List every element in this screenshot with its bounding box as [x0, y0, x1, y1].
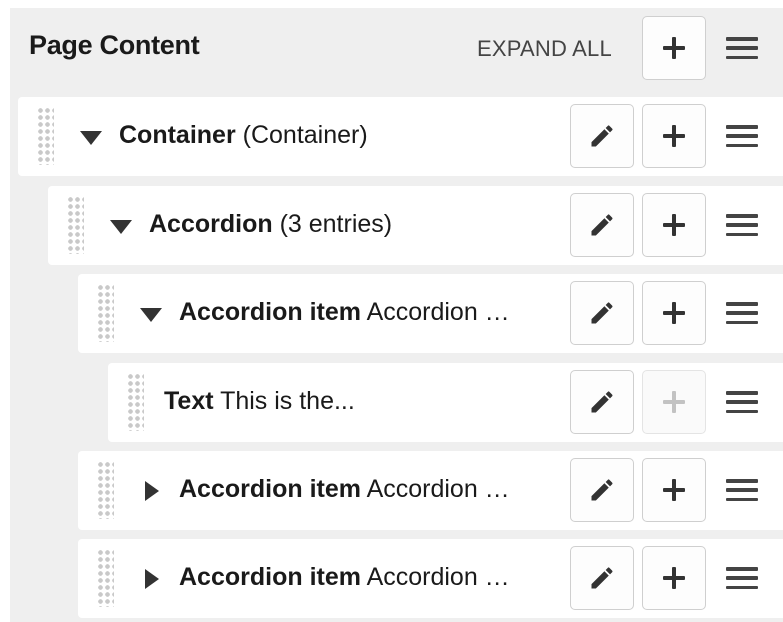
row-type: Container	[119, 121, 236, 149]
tree-row-container[interactable]: Container (Container)	[18, 97, 783, 176]
caret-down-icon[interactable]	[80, 131, 102, 145]
row-type: Accordion item	[179, 298, 361, 326]
pencil-icon	[591, 567, 613, 589]
pencil-icon	[591, 391, 613, 413]
edit-button[interactable]	[570, 193, 634, 257]
tree-row-accordion[interactable]: Accordion (3 entries)	[48, 186, 783, 265]
drag-handle-icon[interactable]	[67, 196, 84, 254]
pencil-icon	[591, 479, 613, 501]
add-child-button[interactable]	[642, 546, 706, 610]
row-type: Text	[164, 387, 214, 415]
row-detail: Accordion …	[366, 475, 510, 503]
add-root-button[interactable]	[642, 16, 706, 80]
pencil-icon	[591, 214, 613, 236]
drag-handle-icon[interactable]	[97, 549, 114, 607]
plus-icon	[663, 214, 685, 236]
plus-icon	[663, 37, 685, 59]
caret-right-icon[interactable]	[145, 481, 159, 501]
caret-right-icon[interactable]	[145, 569, 159, 589]
add-child-button[interactable]	[642, 193, 706, 257]
row-menu-button[interactable]	[718, 193, 766, 257]
tree-row-text[interactable]: Text This is the...	[108, 363, 783, 442]
drag-handle-icon[interactable]	[37, 107, 54, 165]
hamburger-menu-icon	[726, 214, 758, 236]
add-child-button[interactable]	[642, 104, 706, 168]
row-label: Accordion item Accordion …	[179, 563, 510, 592]
drag-handle-icon[interactable]	[127, 373, 144, 431]
row-menu-button[interactable]	[718, 370, 766, 434]
row-detail: (3 entries)	[279, 210, 393, 238]
pencil-icon	[591, 125, 613, 147]
row-menu-button[interactable]	[718, 546, 766, 610]
tree-row-accordion-item[interactable]: Accordion item Accordion …	[78, 539, 783, 618]
row-detail: This is the...	[220, 387, 355, 415]
edit-button[interactable]	[570, 458, 634, 522]
row-label: Text This is the...	[164, 387, 355, 416]
row-menu-button[interactable]	[718, 458, 766, 522]
hamburger-menu-icon	[726, 37, 758, 59]
plus-icon	[663, 391, 685, 413]
row-type: Accordion item	[179, 563, 361, 591]
plus-icon	[663, 125, 685, 147]
pencil-icon	[591, 302, 613, 324]
edit-button[interactable]	[570, 281, 634, 345]
hamburger-menu-icon	[726, 125, 758, 147]
row-label: Accordion (3 entries)	[149, 210, 392, 239]
edit-button[interactable]	[570, 104, 634, 168]
row-label: Accordion item Accordion …	[179, 475, 510, 504]
tree-row-accordion-item[interactable]: Accordion item Accordion …	[78, 451, 783, 530]
hamburger-menu-icon	[726, 302, 758, 324]
hamburger-menu-icon	[726, 391, 758, 413]
hamburger-menu-icon	[726, 479, 758, 501]
tree-row-accordion-item[interactable]: Accordion item Accordion …	[78, 274, 783, 353]
plus-icon	[663, 479, 685, 501]
plus-icon	[663, 302, 685, 324]
row-detail: Accordion …	[366, 298, 510, 326]
panel-header: Page Content EXPAND ALL	[10, 8, 783, 88]
panel-menu-button[interactable]	[718, 16, 766, 80]
add-child-button[interactable]	[642, 281, 706, 345]
page-title: Page Content	[29, 30, 200, 60]
drag-handle-icon[interactable]	[97, 461, 114, 519]
edit-button[interactable]	[570, 546, 634, 610]
add-child-button-disabled	[642, 370, 706, 434]
row-menu-button[interactable]	[718, 104, 766, 168]
page-content-panel: Page Content EXPAND ALL Container (Conta…	[10, 8, 783, 622]
row-label: Accordion item Accordion …	[179, 298, 510, 327]
row-detail: Accordion …	[366, 563, 510, 591]
row-label: Container (Container)	[119, 121, 368, 150]
expand-all-button[interactable]: EXPAND ALL	[477, 36, 612, 62]
add-child-button[interactable]	[642, 458, 706, 522]
hamburger-menu-icon	[726, 567, 758, 589]
row-type: Accordion item	[179, 475, 361, 503]
drag-handle-icon[interactable]	[97, 284, 114, 342]
row-detail: (Container)	[242, 121, 368, 149]
plus-icon	[663, 567, 685, 589]
edit-button[interactable]	[570, 370, 634, 434]
caret-down-icon[interactable]	[110, 220, 132, 234]
row-type: Accordion	[149, 210, 273, 238]
caret-down-icon[interactable]	[140, 308, 162, 322]
row-menu-button[interactable]	[718, 281, 766, 345]
